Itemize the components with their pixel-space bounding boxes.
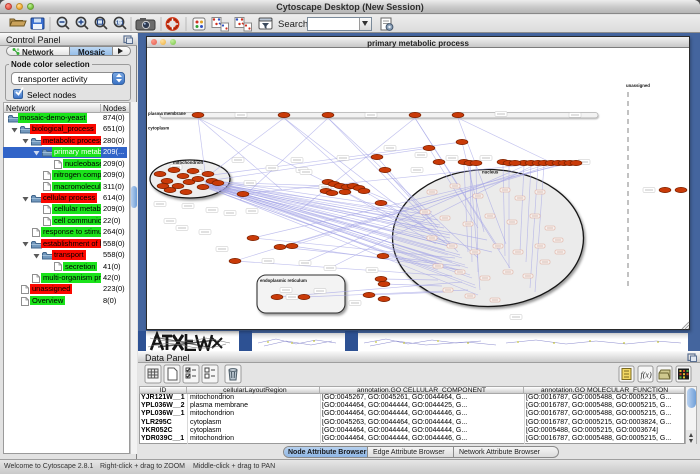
svg-text:plasma membrane: plasma membrane bbox=[148, 111, 186, 116]
svg-text:1:1: 1:1 bbox=[116, 21, 124, 27]
svg-text:f(x): f(x) bbox=[641, 371, 652, 380]
svg-text:mitochondrion: mitochondrion bbox=[173, 160, 203, 165]
svg-text:unassigned: unassigned bbox=[626, 83, 650, 88]
svg-text:cytoplasm: cytoplasm bbox=[148, 126, 169, 131]
svg-text:endoplasmic reticulum: endoplasmic reticulum bbox=[260, 278, 307, 283]
svg-text:nucleus: nucleus bbox=[482, 170, 499, 175]
